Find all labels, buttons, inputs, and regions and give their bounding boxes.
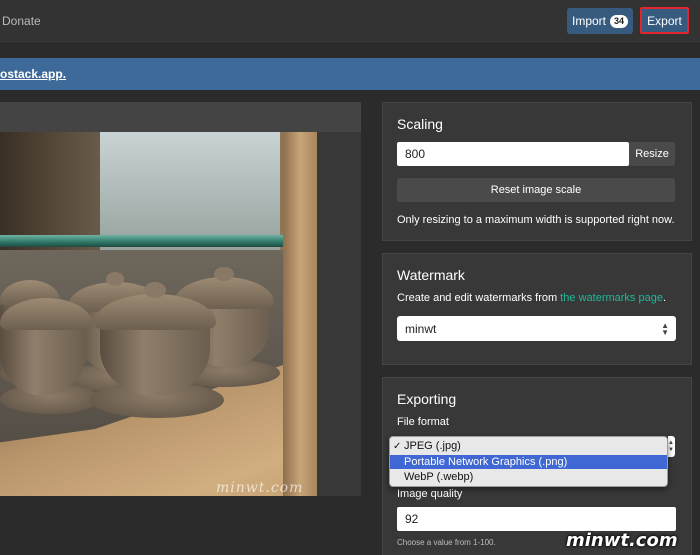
watermark-select[interactable]: minwt ▲ ▼ <box>397 316 676 341</box>
alert-app-link[interactable]: ostack.app. <box>0 67 66 81</box>
watermarks-page-link[interactable]: the watermarks page <box>560 292 663 304</box>
import-button[interactable]: Import 34 <box>567 8 633 34</box>
preview-header <box>0 102 361 132</box>
file-format-dropdown: ✓ JPEG (.jpg) Portable Network Graphics … <box>389 436 668 487</box>
file-format-select[interactable]: ▲ ▼ <box>668 436 675 457</box>
watermark-help-prefix: Create and edit watermarks from <box>397 292 561 304</box>
resize-button[interactable]: Resize <box>629 142 675 166</box>
scaling-title: Scaling <box>397 116 443 132</box>
scaling-width-input[interactable]: 800 <box>397 142 629 166</box>
scaling-help-text: Only resizing to a maximum width is supp… <box>397 214 675 226</box>
image-preview: minwt.com <box>0 132 317 496</box>
file-format-label: File format <box>397 416 449 428</box>
import-button-label: Import <box>571 14 606 28</box>
info-alert: ostack.app. <box>0 58 700 90</box>
image-quality-input[interactable]: 92 <box>397 507 676 531</box>
nav-link-donate[interactable]: Donate <box>2 14 41 28</box>
alert-suffix: . <box>62 67 67 81</box>
checkmark-icon: ✓ <box>393 440 402 452</box>
image-quality-label: Image quality <box>397 488 463 500</box>
select-updown-icon: ▲ ▼ <box>661 320 669 337</box>
format-option-webp[interactable]: WebP (.webp) <box>390 470 667 484</box>
exporting-title: Exporting <box>397 391 457 407</box>
format-option-label: JPEG (.jpg) <box>404 440 461 452</box>
site-logo-watermark: minwt.com <box>566 530 678 551</box>
format-option-label: Portable Network Graphics (.png) <box>404 456 568 468</box>
alert-link-text: ostack.app <box>0 67 63 81</box>
format-option-png[interactable]: Portable Network Graphics (.png) <box>390 455 667 469</box>
image-quality-help: Choose a value from 1-100. <box>397 538 496 547</box>
format-option-jpeg[interactable]: ✓ JPEG (.jpg) <box>390 439 667 453</box>
watermark-help-suffix: . <box>662 292 667 304</box>
format-option-label: WebP (.webp) <box>404 471 474 483</box>
top-navbar: Donate Import 34 Export <box>0 0 700 44</box>
reset-image-scale-button[interactable]: Reset image scale <box>397 178 675 202</box>
select-updown-icon: ▲ ▼ <box>668 439 674 453</box>
import-count-badge: 34 <box>610 14 629 28</box>
watermark-title: Watermark <box>397 267 465 283</box>
export-button[interactable]: Export <box>640 7 689 34</box>
photo-window-area <box>100 132 280 252</box>
photo-glass-shelf <box>0 235 290 247</box>
watermark-help-text: Create and edit watermarks from the wate… <box>397 292 666 304</box>
photo-wood-frame <box>283 132 317 496</box>
image-watermark-text: minwt.com <box>216 480 304 496</box>
watermark-card: Watermark Create and edit watermarks fro… <box>382 253 692 365</box>
watermark-select-value: minwt <box>405 321 437 336</box>
scaling-card: Scaling 800 Resize Reset image scale Onl… <box>382 102 692 241</box>
